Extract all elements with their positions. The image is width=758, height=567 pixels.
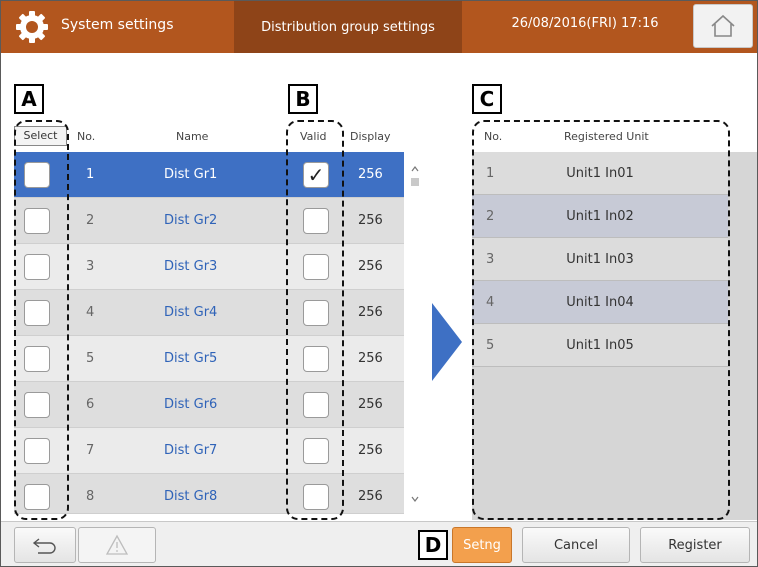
distribution-group-row[interactable]: 4 Dist Gr4 256 xyxy=(14,290,404,336)
row-number: 7 xyxy=(86,443,95,458)
registered-unit-outline xyxy=(472,120,730,520)
display-value: 256 xyxy=(358,259,383,274)
warning-icon xyxy=(105,534,129,555)
distribution-group-row[interactable]: 6 Dist Gr6 256 xyxy=(14,382,404,428)
display-value: 256 xyxy=(358,397,383,412)
group-name: Dist Gr8 xyxy=(164,489,218,504)
distribution-group-row[interactable]: 5 Dist Gr5 256 xyxy=(14,336,404,382)
row-number: 5 xyxy=(86,351,95,366)
marker-b: B xyxy=(288,84,318,114)
no-column-header: No. xyxy=(77,130,96,143)
datetime-display: 26/08/2016(FRI) 17:16 xyxy=(511,16,659,31)
group-name: Dist Gr5 xyxy=(164,351,218,366)
scroll-thumb[interactable] xyxy=(411,178,419,186)
list-scrollbar[interactable] xyxy=(404,152,426,512)
back-arrow-icon xyxy=(32,538,56,554)
name-column-header: Name xyxy=(176,130,209,143)
row-number: 8 xyxy=(86,489,95,504)
display-value: 256 xyxy=(358,305,383,320)
display-value: 256 xyxy=(358,167,383,182)
distribution-group-row[interactable]: 3 Dist Gr3 256 xyxy=(14,244,404,290)
distribution-group-row[interactable]: 2 Dist Gr2 256 xyxy=(14,198,404,244)
distribution-group-row[interactable]: 8 Dist Gr8 256 xyxy=(14,474,404,514)
group-name: Dist Gr2 xyxy=(164,213,218,228)
home-button[interactable] xyxy=(693,4,753,48)
group-name: Dist Gr1 xyxy=(164,167,218,182)
marker-c: C xyxy=(472,84,502,114)
group-name: Dist Gr3 xyxy=(164,259,218,274)
marker-a: A xyxy=(14,84,44,114)
valid-column-outline xyxy=(286,120,344,520)
register-button[interactable]: Register xyxy=(640,527,750,563)
display-value: 256 xyxy=(358,351,383,366)
row-number: 3 xyxy=(86,259,95,274)
scroll-down-icon[interactable] xyxy=(404,492,426,506)
gear-icon xyxy=(16,11,48,43)
distribution-group-row[interactable]: 1 Dist Gr1 ✓ 256 xyxy=(14,152,404,198)
display-value: 256 xyxy=(358,443,383,458)
display-column-header: Display xyxy=(350,130,391,143)
group-name: Dist Gr6 xyxy=(164,397,218,412)
transfer-arrow-icon xyxy=(432,303,462,381)
display-value: 256 xyxy=(358,213,383,228)
row-number: 6 xyxy=(86,397,95,412)
row-number: 4 xyxy=(86,305,95,320)
distribution-group-row[interactable]: 7 Dist Gr7 256 xyxy=(14,428,404,474)
display-value: 256 xyxy=(358,489,383,504)
marker-d: D xyxy=(418,530,448,560)
row-number: 1 xyxy=(86,167,95,182)
system-settings-title[interactable]: System settings xyxy=(61,17,174,33)
scroll-up-icon[interactable] xyxy=(404,162,426,176)
tab-distribution-group-settings[interactable]: Distribution group settings xyxy=(234,1,462,53)
group-name: Dist Gr7 xyxy=(164,443,218,458)
cancel-button[interactable]: Cancel xyxy=(522,527,630,563)
select-column-outline xyxy=(14,120,69,520)
warning-button[interactable] xyxy=(78,527,156,563)
back-button[interactable] xyxy=(14,527,76,563)
setng-button[interactable]: Setng xyxy=(452,527,512,563)
group-name: Dist Gr4 xyxy=(164,305,218,320)
row-number: 2 xyxy=(86,213,95,228)
home-icon xyxy=(711,14,735,37)
